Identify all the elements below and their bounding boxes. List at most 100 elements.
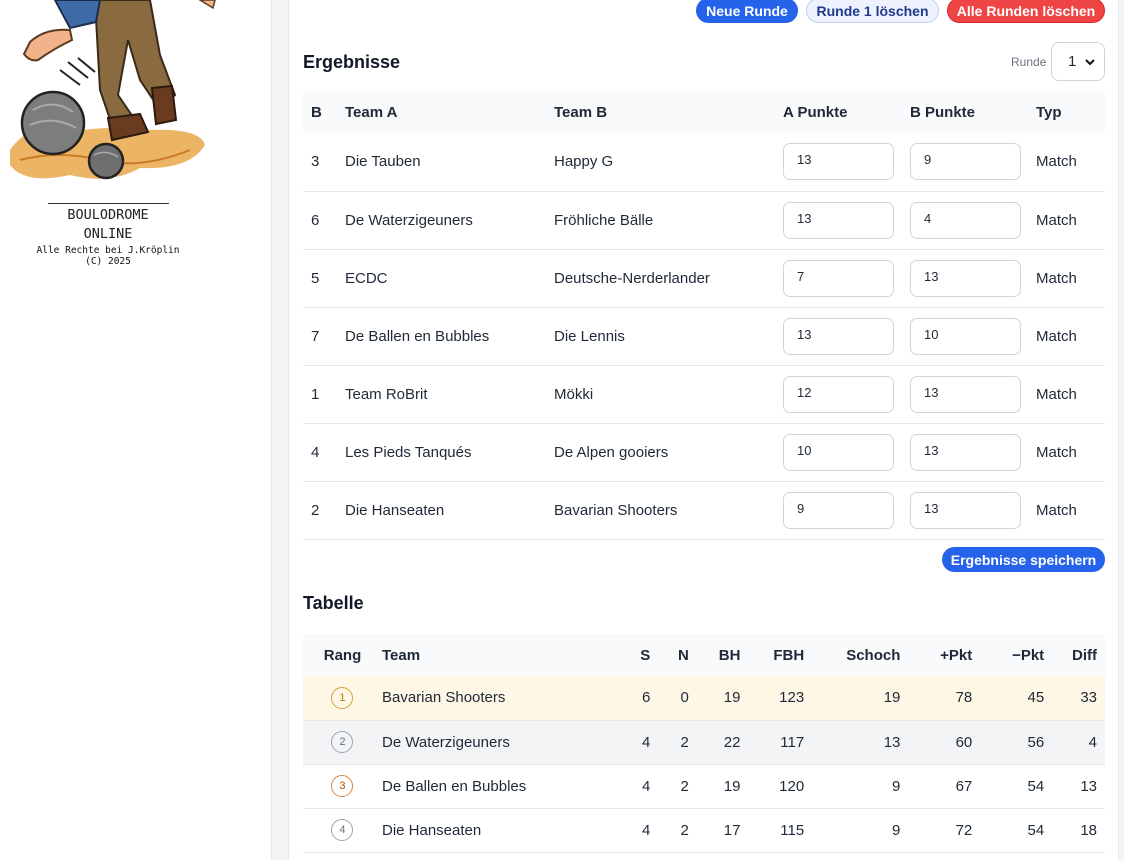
col-header-a-points: A Punkte bbox=[783, 103, 848, 121]
score-b-input[interactable]: 10 bbox=[910, 317, 1021, 355]
brand-divider bbox=[48, 203, 169, 204]
copyright-line1: Alle Rechte bei J.Kröplin bbox=[36, 245, 180, 256]
result-type: Match bbox=[1036, 269, 1077, 287]
col-header-bh: BH bbox=[718, 646, 741, 664]
col-header-team: Team bbox=[381, 646, 421, 664]
standings-diff: 18 bbox=[1080, 821, 1097, 839]
standings-schoch: 13 bbox=[883, 733, 901, 751]
standings-bh: 19 bbox=[723, 777, 741, 795]
score-a-input[interactable]: 13 bbox=[783, 317, 894, 355]
result-court: 2 bbox=[311, 501, 320, 519]
chevron-down-icon bbox=[1085, 59, 1095, 66]
standings-team: De Ballen en Bubbles bbox=[381, 777, 527, 795]
brand-name-line2: ONLINE bbox=[83, 226, 133, 242]
result-row: 6 De Waterzigeuners Fröhliche Bälle 13 4… bbox=[303, 191, 1105, 249]
result-team-a: Die Hanseaten bbox=[345, 501, 445, 519]
brand-name-line1: BOULODROME bbox=[67, 207, 149, 223]
standings-row: 2 De Waterzigeuners 4 2 22 117 13 60 56 … bbox=[303, 720, 1105, 764]
score-a-input[interactable]: 10 bbox=[783, 433, 894, 471]
round-select[interactable]: 1 bbox=[1051, 42, 1105, 81]
col-header-losses: N bbox=[677, 646, 689, 664]
result-type: Match bbox=[1036, 153, 1077, 171]
result-row: 1 Team RoBrit Mökki 12 13 Match bbox=[303, 365, 1105, 423]
standings-wins: 4 bbox=[641, 821, 651, 839]
result-type: Match bbox=[1036, 327, 1077, 345]
col-header-minus-points: −Pkt bbox=[1012, 646, 1045, 664]
sidebar: BOULODROME ONLINE Alle Rechte bei J.Kröp… bbox=[0, 0, 272, 860]
result-court: 6 bbox=[311, 211, 320, 229]
round-select-value: 1 bbox=[1068, 53, 1077, 70]
standings-plus-points: 60 bbox=[955, 733, 973, 751]
rank-badge: 2 bbox=[331, 731, 354, 753]
standings-losses: 2 bbox=[680, 777, 689, 795]
result-team-b: Deutsche-Nerderlander bbox=[554, 269, 710, 287]
result-court: 4 bbox=[311, 443, 320, 461]
score-b-input[interactable]: 13 bbox=[910, 433, 1021, 471]
standings-title: Tabelle bbox=[303, 593, 364, 613]
result-type: Match bbox=[1036, 501, 1077, 519]
result-row: 5 ECDC Deutsche-Nerderlander 7 13 Match bbox=[303, 249, 1105, 307]
col-header-b-points: B Punkte bbox=[910, 103, 976, 121]
delete-round-button[interactable]: Runde 1 löschen bbox=[806, 0, 939, 23]
rank-badge: 1 bbox=[331, 686, 354, 709]
score-b-input[interactable]: 4 bbox=[910, 201, 1021, 239]
col-header-wins: S bbox=[640, 646, 651, 664]
standings-wins: 6 bbox=[641, 689, 651, 707]
col-header-team-b: Team B bbox=[554, 103, 608, 121]
result-team-b: De Alpen gooiers bbox=[554, 443, 669, 461]
results-title: Ergebnisse bbox=[303, 52, 401, 72]
col-header-team-a: Team A bbox=[345, 103, 398, 121]
result-team-a: De Waterzigeuners bbox=[345, 211, 473, 229]
col-header-b: B bbox=[311, 103, 322, 121]
score-a-input[interactable]: 13 bbox=[783, 201, 894, 239]
score-a-input[interactable]: 7 bbox=[783, 259, 894, 297]
standings-schoch: 9 bbox=[892, 777, 901, 795]
standings-schoch: 19 bbox=[883, 689, 901, 707]
result-type: Match bbox=[1036, 385, 1077, 403]
standings-losses: 0 bbox=[680, 689, 689, 707]
col-header-type: Typ bbox=[1036, 103, 1062, 121]
result-court: 7 bbox=[311, 327, 320, 345]
standings-plus-points: 78 bbox=[955, 689, 973, 707]
standings-fbh: 117 bbox=[780, 733, 805, 751]
score-b-input[interactable]: 13 bbox=[910, 375, 1021, 413]
col-header-rank: Rang bbox=[323, 646, 362, 664]
standings-fbh: 123 bbox=[779, 689, 805, 707]
standings-diff: 33 bbox=[1080, 689, 1097, 707]
rank-badge: 4 bbox=[331, 819, 354, 841]
result-team-b: Bavarian Shooters bbox=[554, 501, 678, 519]
copyright-line2: (C) 2025 bbox=[85, 256, 131, 267]
col-header-schoch: Schoch bbox=[846, 646, 901, 664]
results-table: B Team A Team B A Punkte B Punkte Typ 3 … bbox=[303, 91, 1105, 540]
standings-bh: 22 bbox=[723, 733, 741, 751]
result-type: Match bbox=[1036, 443, 1077, 461]
standings-plus-points: 72 bbox=[955, 821, 973, 839]
score-a-input[interactable]: 12 bbox=[783, 375, 894, 413]
standings-row: 4 Die Hanseaten 4 2 17 115 9 72 54 18 bbox=[303, 808, 1105, 852]
results-header-row: B Team A Team B A Punkte B Punkte Typ bbox=[303, 91, 1105, 133]
standings-team: De Waterzigeuners bbox=[381, 733, 510, 751]
standings-minus-points: 45 bbox=[1027, 689, 1045, 707]
new-round-button[interactable]: Neue Runde bbox=[696, 0, 798, 23]
result-team-a: Les Pieds Tanqués bbox=[345, 443, 472, 461]
standings-fbh: 115 bbox=[780, 821, 805, 839]
result-court: 1 bbox=[311, 385, 320, 403]
score-a-input[interactable]: 13 bbox=[783, 143, 894, 181]
brand-copyright: Alle Rechte bei J.Kröplin (C) 2025 bbox=[28, 245, 188, 267]
delete-all-rounds-button[interactable]: Alle Runden löschen bbox=[947, 0, 1105, 23]
result-team-b: Mökki bbox=[554, 385, 594, 403]
result-court: 5 bbox=[311, 269, 320, 287]
standings-losses: 2 bbox=[680, 821, 689, 839]
standings-team: Bavarian Shooters bbox=[381, 689, 506, 707]
score-b-input[interactable]: 13 bbox=[910, 491, 1021, 529]
save-results-button[interactable]: Ergebnisse speichern bbox=[942, 547, 1105, 572]
standings-schoch: 9 bbox=[892, 821, 901, 839]
score-b-input[interactable]: 13 bbox=[910, 259, 1021, 297]
standings-row: 1 Bavarian Shooters 6 0 19 123 19 78 45 … bbox=[303, 676, 1105, 720]
result-team-a: Die Tauben bbox=[345, 153, 421, 171]
result-court: 3 bbox=[311, 153, 320, 171]
standings-minus-points: 54 bbox=[1027, 821, 1045, 839]
score-b-input[interactable]: 9 bbox=[910, 143, 1021, 181]
score-a-input[interactable]: 9 bbox=[783, 491, 894, 529]
standings-diff: 13 bbox=[1080, 777, 1097, 795]
